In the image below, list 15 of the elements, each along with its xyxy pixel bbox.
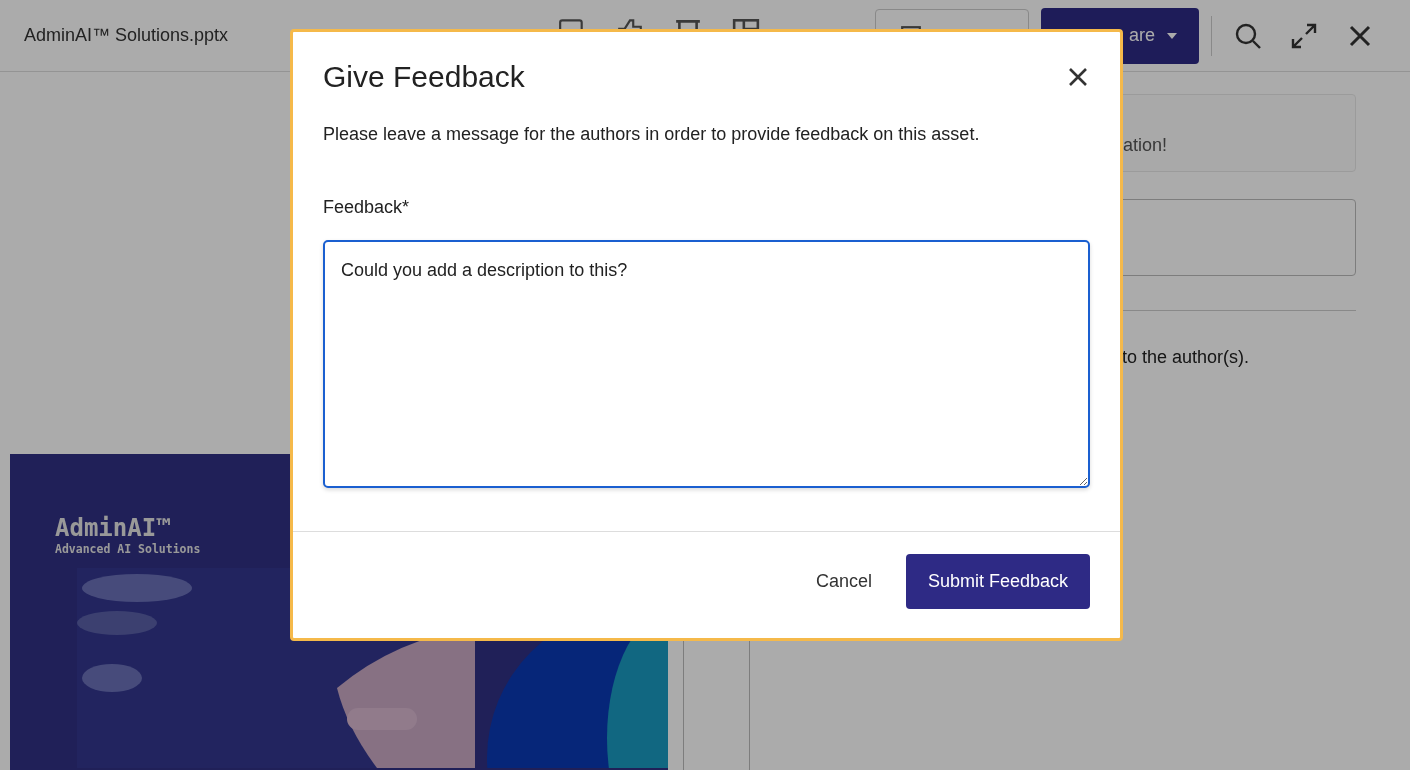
dialog-description: Please leave a message for the authors in order to provide feedback on this asset.: [323, 124, 981, 145]
dialog-title: Give Feedback: [323, 60, 525, 94]
close-icon[interactable]: [1068, 67, 1088, 87]
notice-text: ation!: [1123, 135, 1168, 155]
submit-button[interactable]: Submit Feedback: [905, 554, 1090, 609]
slide-title: AdminAI™: [55, 514, 171, 542]
info-text: to the author(s).: [1122, 347, 1251, 368]
feedback-field[interactable]: Could you add a description to this?: [323, 240, 1090, 488]
caret-icon: [1167, 32, 1178, 39]
field-label: Feedback*: [323, 197, 410, 218]
slide-subtitle: Advanced AI Solutions: [55, 542, 201, 556]
expand-icon[interactable]: [1290, 21, 1319, 50]
search-icon[interactable]: [1234, 21, 1263, 50]
cancel-button[interactable]: Cancel: [815, 554, 872, 609]
file-name: AdminAI™ Solutions.pptx: [24, 25, 229, 46]
